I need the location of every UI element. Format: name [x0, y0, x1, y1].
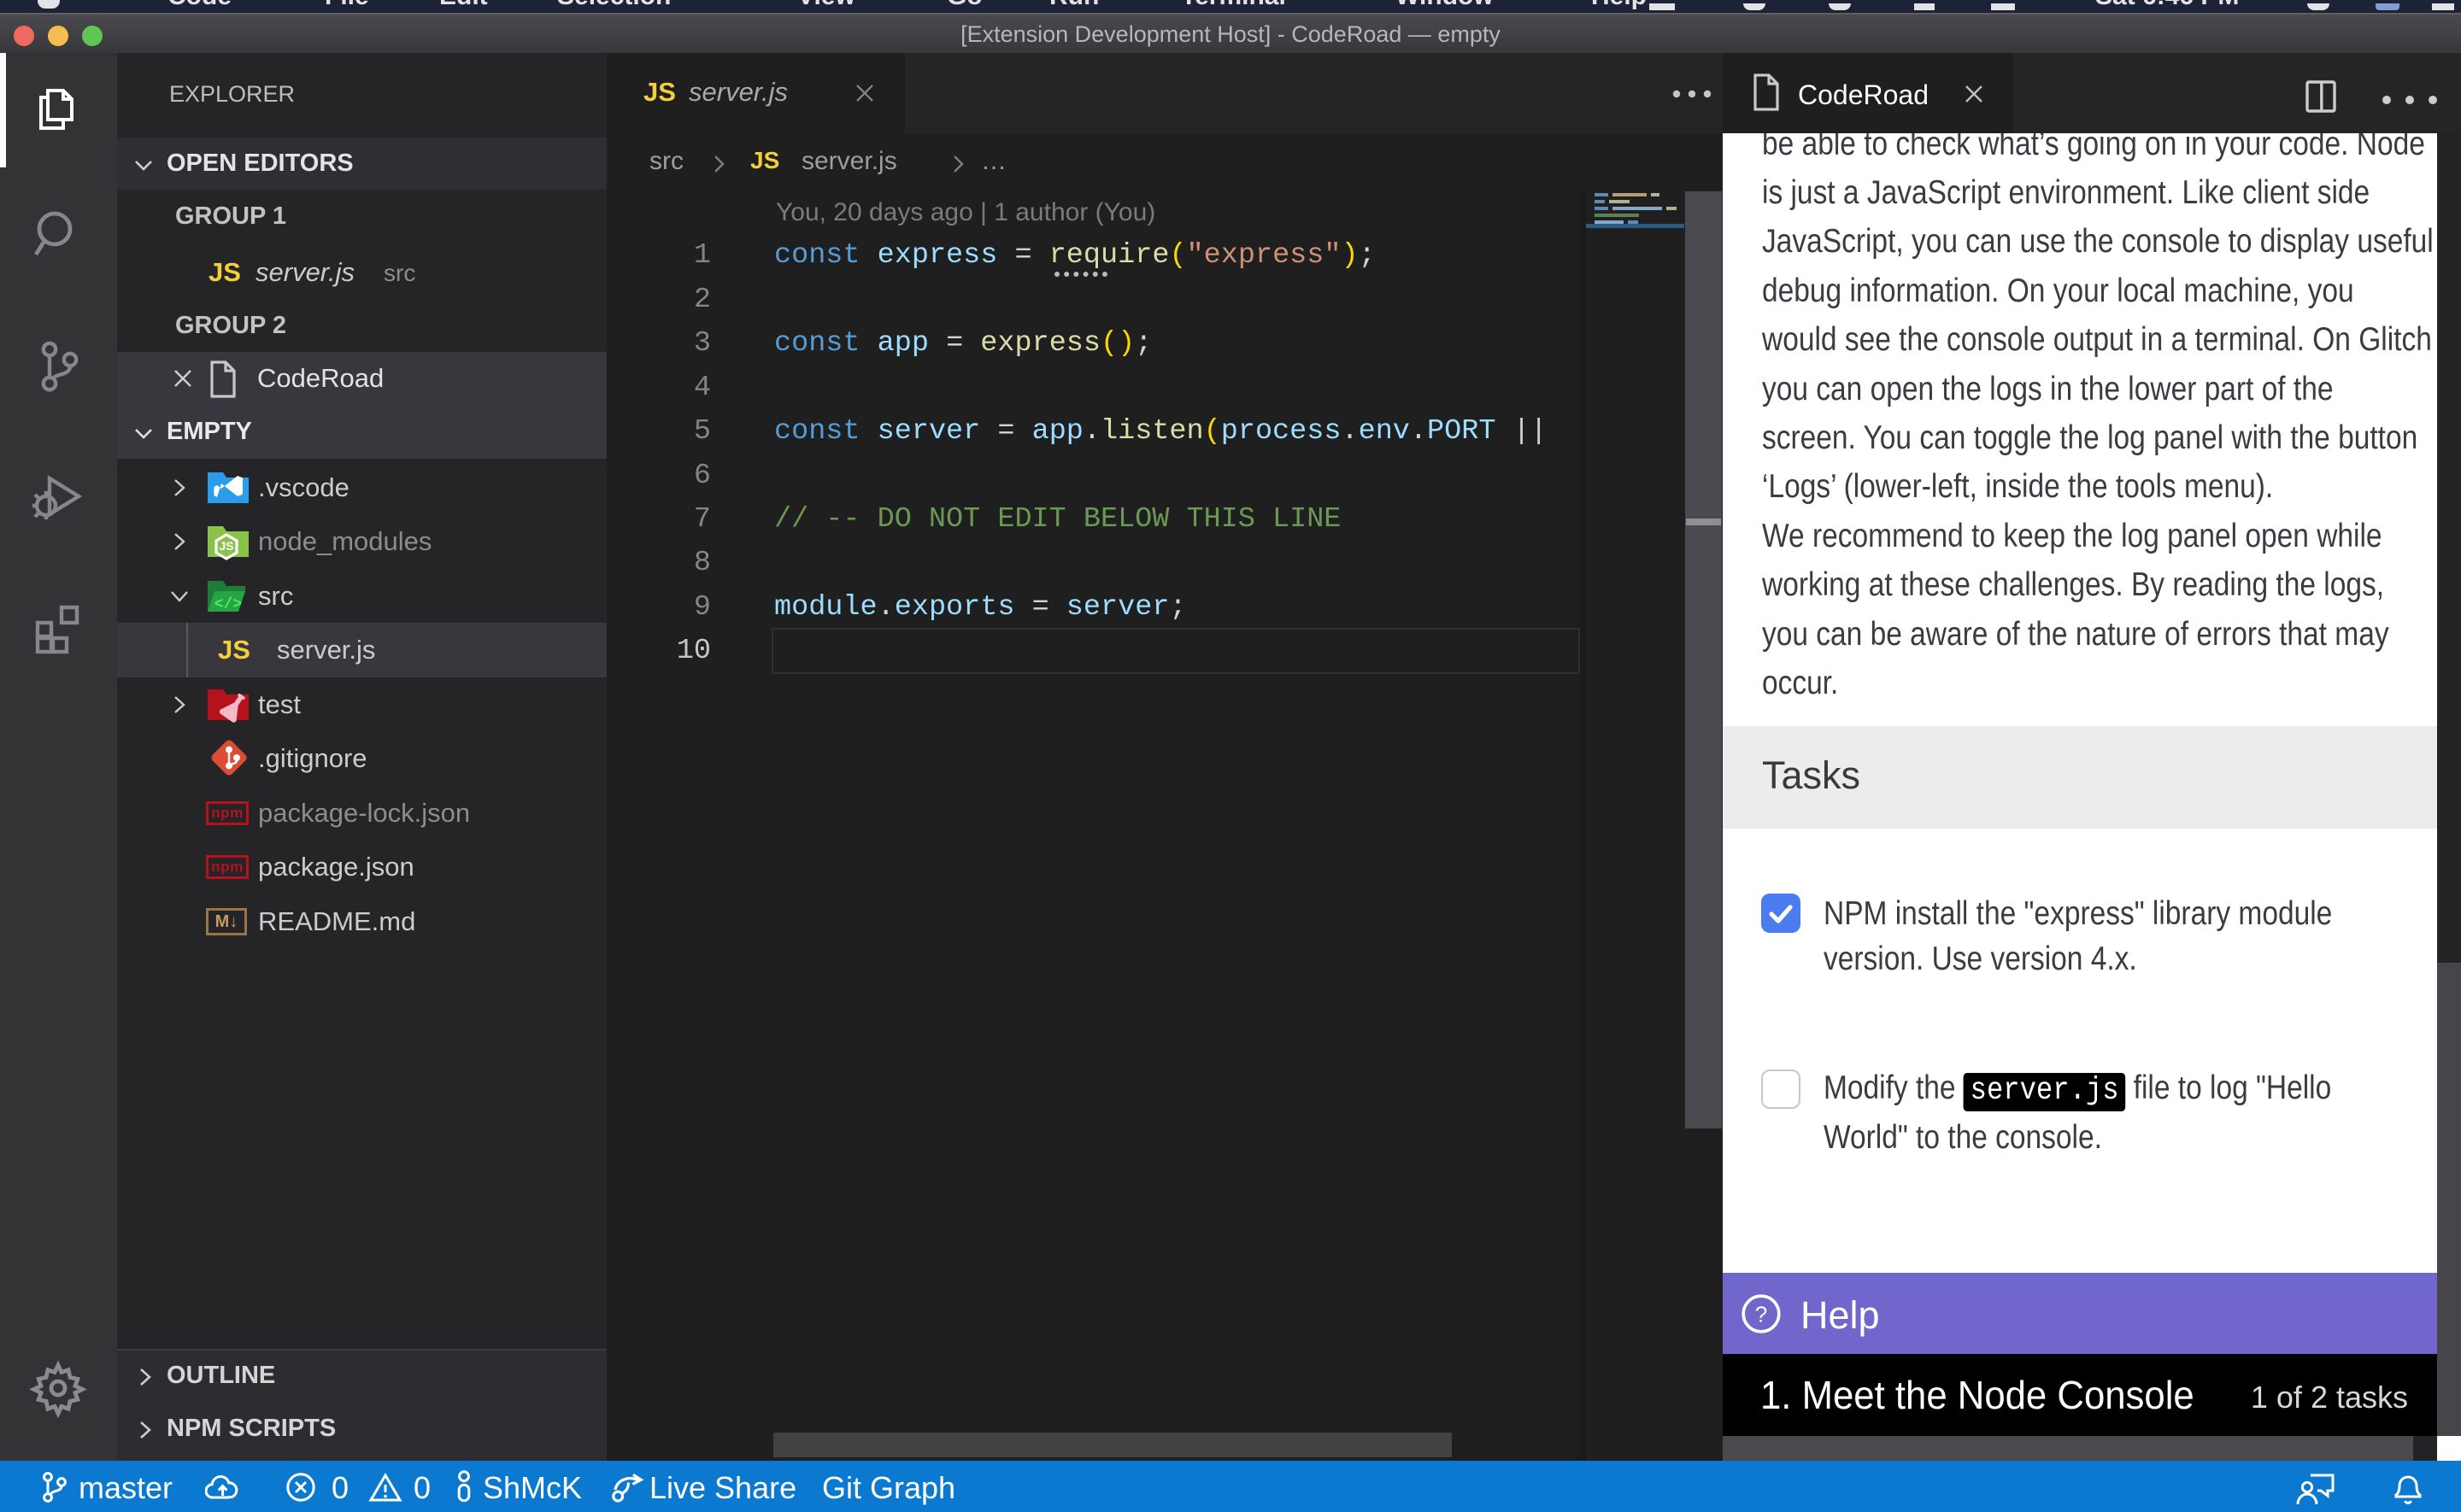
- svg-text:JS: JS: [219, 539, 233, 553]
- svg-text:</>: </>: [214, 596, 242, 613]
- svg-text:?: ?: [1755, 1301, 1767, 1327]
